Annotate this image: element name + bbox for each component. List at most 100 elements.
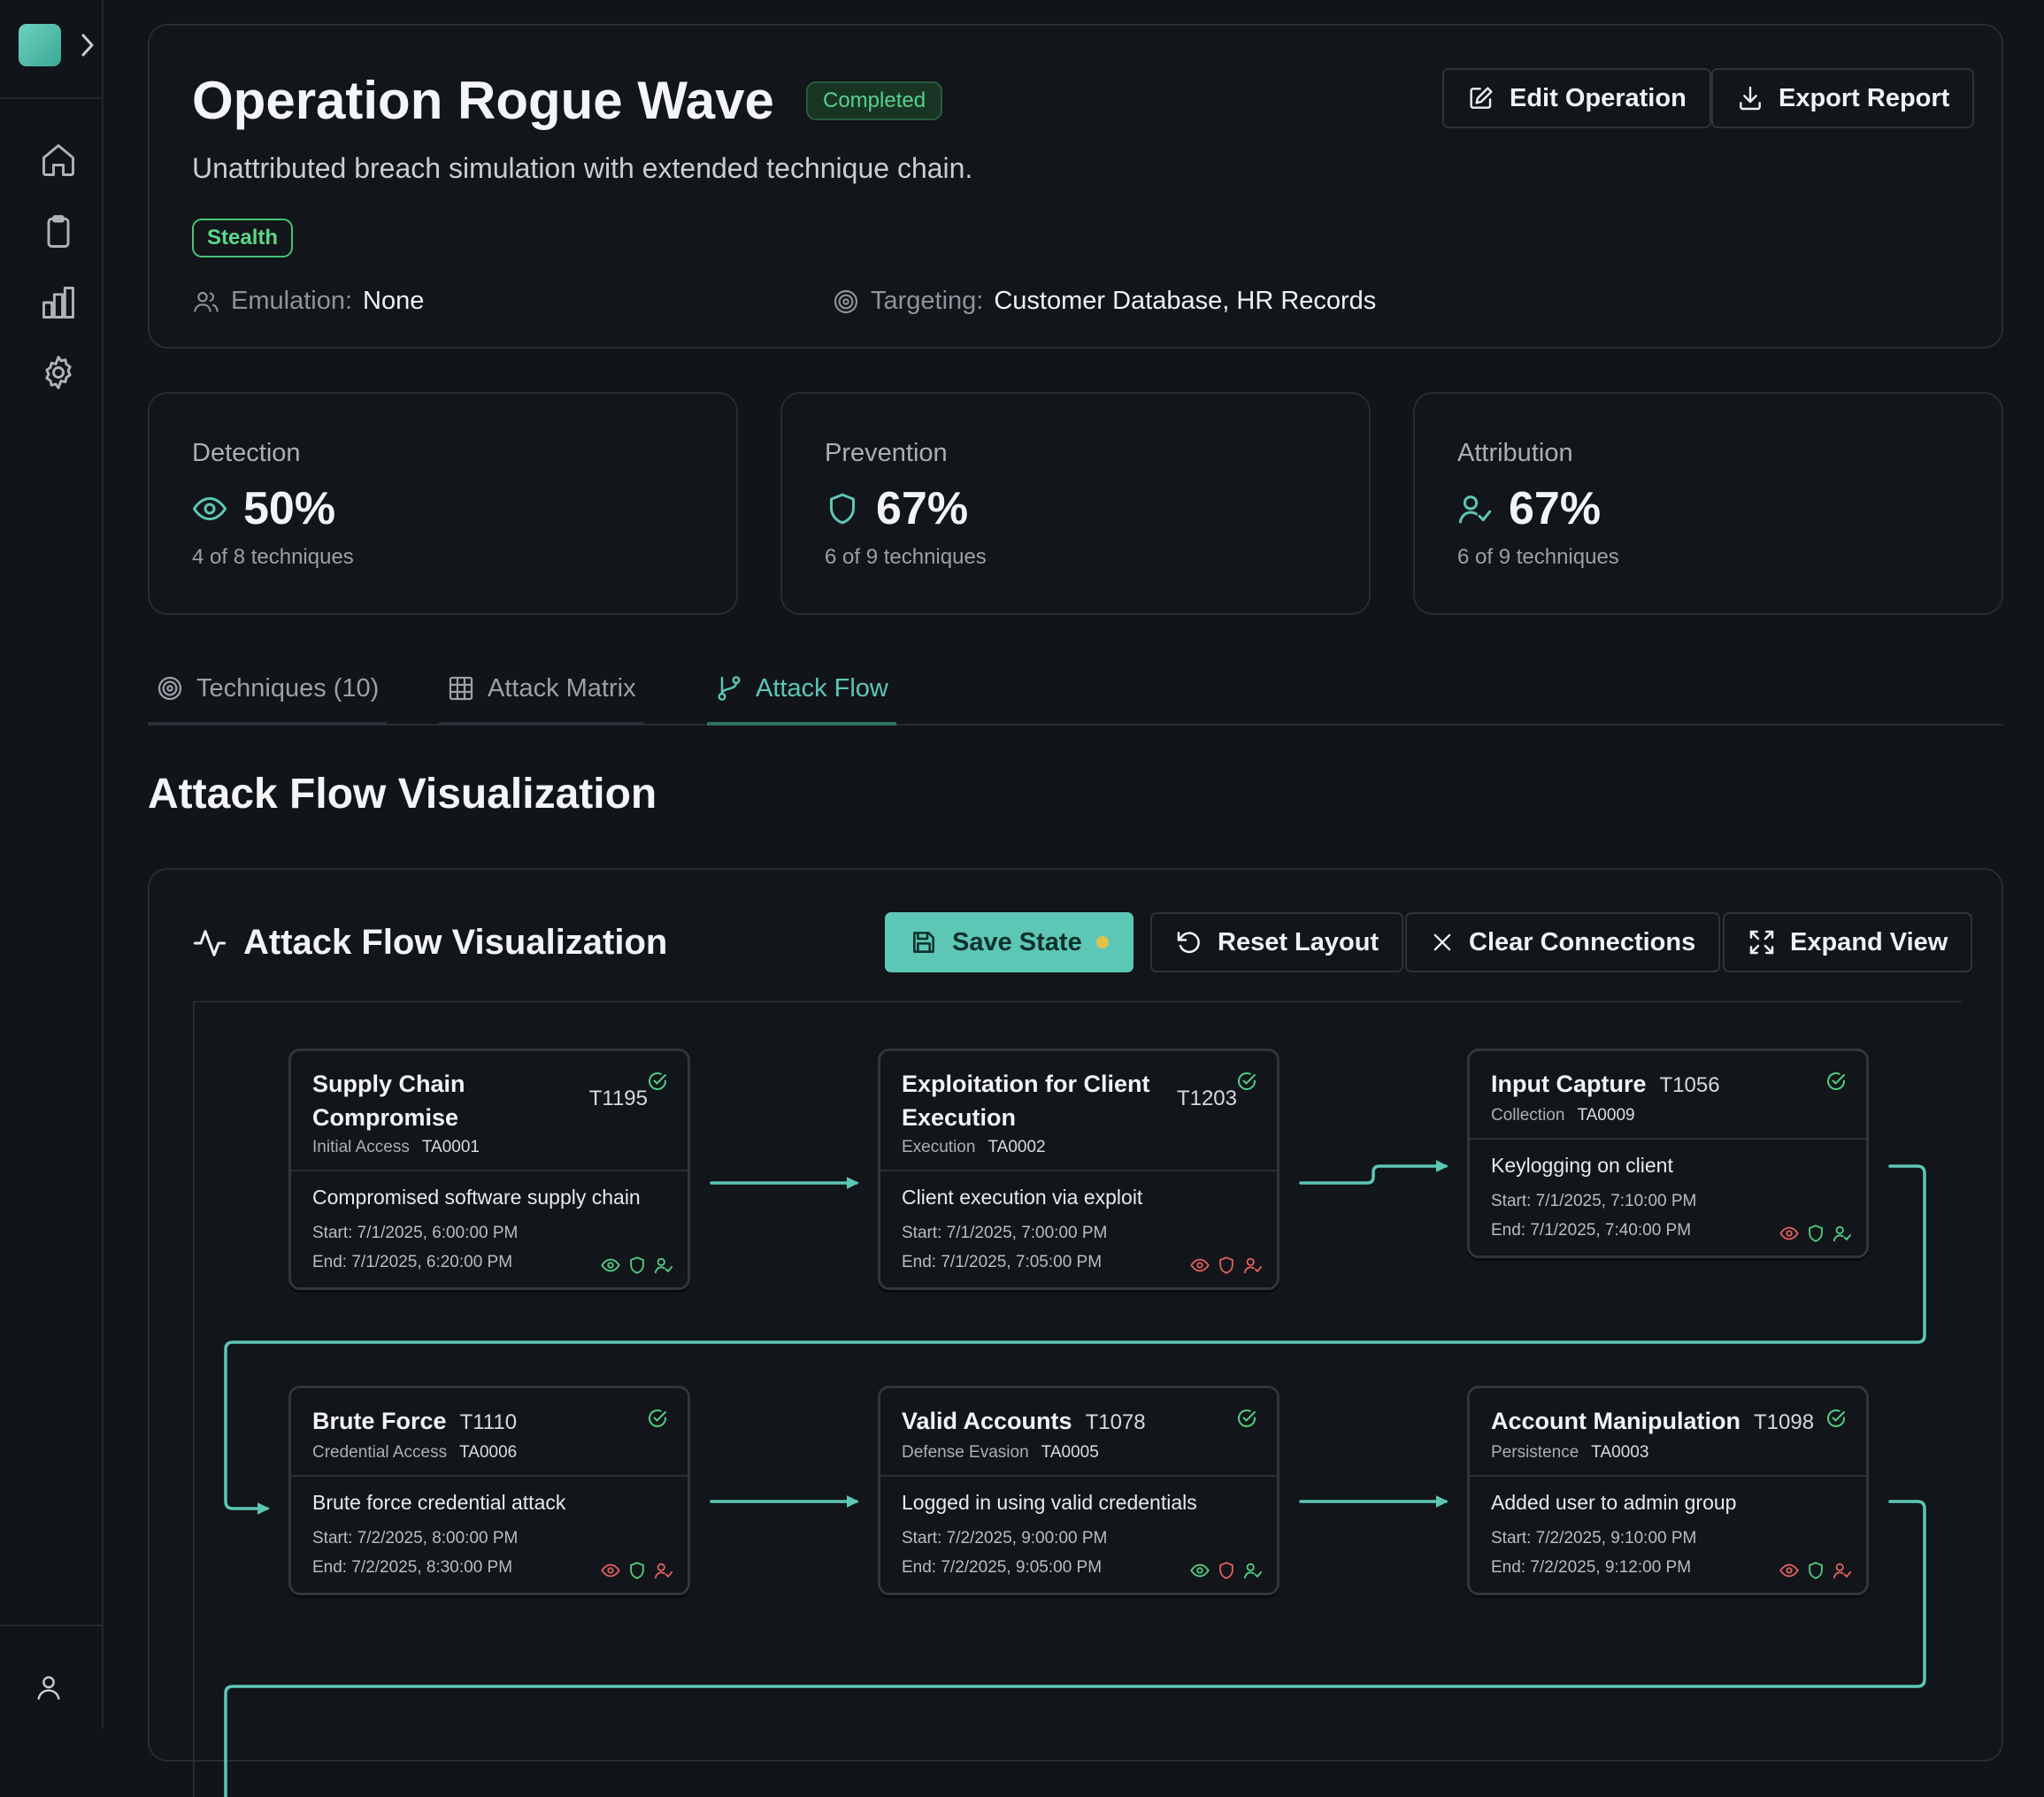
- sidebar: [0, 0, 104, 1729]
- tab-label: Attack Flow: [756, 673, 888, 703]
- flow-title-text: Attack Flow Visualization: [243, 923, 668, 962]
- clipboard-icon[interactable]: [39, 212, 78, 251]
- node-start-time: Start: 7/1/2025, 6:00:00 PM: [312, 1224, 519, 1242]
- node-description: Logged in using valid credentials: [902, 1491, 1197, 1514]
- edit-operation-label: Edit Operation: [1510, 83, 1687, 112]
- node-tactic-id: TA0003: [1591, 1443, 1649, 1462]
- stat-label: Detection: [192, 439, 301, 467]
- save-state-button[interactable]: Save State: [885, 912, 1133, 972]
- emulation-label: Emulation:: [231, 287, 353, 315]
- emulation-value: None: [363, 287, 425, 315]
- operation-title: Operation Rogue Wave: [192, 71, 774, 130]
- tab-techniques[interactable]: Techniques (10): [148, 655, 388, 726]
- user-profile-icon[interactable]: [34, 1672, 64, 1702]
- technique-node[interactable]: Valid Accounts T1078 Defense Evasion TA00…: [878, 1386, 1279, 1595]
- target-icon: [156, 674, 184, 703]
- node-tactic-id: TA0006: [459, 1443, 518, 1462]
- technique-node[interactable]: Brute Force T1110 Credential Access TA000…: [288, 1386, 690, 1595]
- stat-label: Prevention: [825, 439, 948, 467]
- node-name: Valid Accounts: [902, 1408, 1072, 1434]
- settings-gear-icon[interactable]: [39, 353, 78, 392]
- check-circle-icon: [1236, 1408, 1257, 1429]
- check-circle-icon: [1825, 1408, 1847, 1429]
- node-tactic-id: TA0002: [987, 1138, 1046, 1156]
- attribution-stat-card: Attribution 67% 6 of 9 techniques: [1413, 392, 2003, 615]
- eye-icon: [192, 491, 227, 526]
- node-start-time: Start: 7/1/2025, 7:10:00 PM: [1491, 1192, 1697, 1210]
- node-tactic: Initial Access: [312, 1138, 410, 1156]
- clear-connections-button[interactable]: Clear Connections: [1405, 912, 1721, 972]
- node-description: Added user to admin group: [1491, 1491, 1737, 1514]
- operation-description: Unattributed breach simulation with exte…: [192, 152, 973, 184]
- attribution-status-user-icon: [1833, 1224, 1852, 1243]
- technique-node[interactable]: Account Manipulation T1098 Persistence TA…: [1467, 1386, 1869, 1595]
- technique-node[interactable]: Exploitation for Client Execution T1203 …: [878, 1048, 1279, 1290]
- attribution-status-user-icon: [654, 1561, 673, 1580]
- bar-chart-icon[interactable]: [39, 283, 78, 322]
- detection-stat-card: Detection 50% 4 of 8 techniques: [148, 392, 738, 615]
- tab-attack-matrix[interactable]: Attack Matrix: [439, 655, 644, 726]
- node-start-time: Start: 7/2/2025, 8:00:00 PM: [312, 1529, 519, 1547]
- export-report-button[interactable]: Export Report: [1711, 68, 1975, 128]
- check-circle-icon: [647, 1408, 668, 1429]
- node-status-icons: [601, 1561, 673, 1580]
- unsaved-indicator: [1095, 936, 1109, 948]
- tab-label: Techniques (10): [196, 673, 380, 703]
- node-tactic-id: TA0001: [421, 1138, 480, 1156]
- section-title: Attack Flow Visualization: [148, 771, 657, 818]
- flow-title: Attack Flow Visualization: [192, 923, 667, 963]
- attribution-status-user-icon: [654, 1256, 673, 1275]
- download-icon: [1736, 84, 1764, 112]
- node-status-icons: [1779, 1561, 1852, 1580]
- technique-node[interactable]: Supply Chain Compromise T1195 Initial Ac…: [288, 1048, 690, 1290]
- node-name: Exploitation for Client Execution: [902, 1071, 1150, 1131]
- status-badge: Completed: [806, 81, 943, 120]
- maximize-icon: [1748, 928, 1776, 956]
- node-name: Input Capture: [1491, 1071, 1647, 1097]
- stat-value: 50%: [243, 483, 336, 534]
- detection-status-eye-icon: [1779, 1224, 1799, 1243]
- edit-icon: [1467, 84, 1495, 112]
- node-name: Account Manipulation: [1491, 1408, 1740, 1434]
- reset-layout-label: Reset Layout: [1218, 927, 1379, 956]
- attribution-status-user-icon: [1243, 1561, 1263, 1580]
- sidebar-header: [0, 0, 102, 99]
- expand-view-button[interactable]: Expand View: [1723, 912, 1973, 972]
- detection-status-eye-icon: [601, 1256, 620, 1275]
- users-icon: [192, 288, 220, 316]
- node-technique-id: T1098: [1754, 1410, 1815, 1434]
- node-description: Keylogging on client: [1491, 1154, 1673, 1177]
- node-tactic: Persistence: [1491, 1443, 1579, 1462]
- tab-bar: Techniques (10) Attack Matrix Attack Flo…: [148, 655, 2003, 726]
- attribution-status-user-icon: [1833, 1561, 1852, 1580]
- node-tactic: Defense Evasion: [902, 1443, 1029, 1462]
- technique-node[interactable]: Input Capture T1056 Collection TA0009 Key…: [1467, 1048, 1869, 1258]
- home-icon[interactable]: [39, 141, 78, 180]
- detection-status-eye-icon: [1779, 1561, 1799, 1580]
- stat-subtext: 4 of 8 techniques: [192, 545, 354, 569]
- prevention-status-shield-icon: [1806, 1224, 1825, 1243]
- emulation-meta: Emulation: None: [192, 287, 424, 316]
- node-description: Compromised software supply chain: [312, 1186, 641, 1209]
- edit-operation-button[interactable]: Edit Operation: [1442, 68, 1711, 128]
- node-tactic: Execution: [902, 1138, 976, 1156]
- tag-badge: Stealth: [192, 219, 294, 257]
- prevention-status-shield-icon: [627, 1561, 647, 1580]
- stat-subtext: 6 of 9 techniques: [1457, 545, 1619, 569]
- prevention-status-shield-icon: [627, 1256, 647, 1275]
- detection-status-eye-icon: [1190, 1256, 1210, 1275]
- shield-icon: [825, 491, 860, 526]
- attribution-status-user-icon: [1243, 1256, 1263, 1275]
- node-technique-id: T1203: [1176, 1087, 1237, 1110]
- tab-attack-flow[interactable]: Attack Flow: [707, 655, 896, 726]
- node-start-time: Start: 7/2/2025, 9:10:00 PM: [1491, 1529, 1697, 1547]
- node-technique-id: T1078: [1085, 1410, 1146, 1434]
- connection-line: [1299, 1160, 1448, 1185]
- node-status-icons: [1190, 1256, 1263, 1275]
- flow-canvas[interactable]: Supply Chain Compromise T1195 Initial Ac…: [193, 1001, 1963, 1797]
- stat-value: 67%: [876, 483, 969, 534]
- chevron-right-icon[interactable]: [74, 30, 101, 60]
- node-description: Brute force credential attack: [312, 1491, 566, 1514]
- node-technique-id: T1056: [1659, 1073, 1720, 1097]
- reset-layout-button[interactable]: Reset Layout: [1150, 912, 1404, 972]
